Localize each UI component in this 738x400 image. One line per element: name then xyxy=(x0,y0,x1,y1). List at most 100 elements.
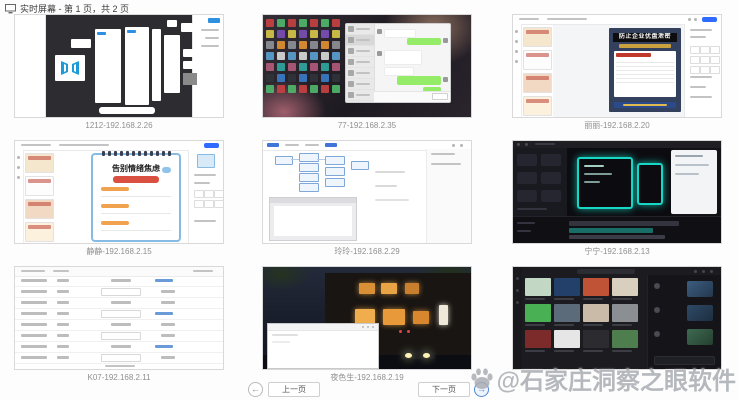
desktop-icon xyxy=(288,30,296,38)
desktop-icon xyxy=(277,30,285,38)
logo-artboard xyxy=(55,55,85,81)
desktop-icon xyxy=(332,30,340,38)
pagination: ← 上一页 下一页 → xyxy=(0,382,738,398)
desktop-icon xyxy=(310,30,318,38)
screen-label: 丽丽-192.168.2.20 xyxy=(512,121,722,131)
template-thumbnail xyxy=(25,199,54,219)
desktop-icon xyxy=(299,63,307,71)
template-tile xyxy=(554,278,580,300)
template-tile xyxy=(612,278,638,300)
desktop-icon xyxy=(299,19,307,27)
flow-node xyxy=(299,153,319,162)
next-page-button[interactable]: 下一页 xyxy=(418,382,470,397)
template-thumbnail xyxy=(523,50,552,70)
poster-canvas: 防止企业优盘泄密 xyxy=(609,28,681,112)
foliage xyxy=(262,266,311,291)
comment-input xyxy=(654,356,715,365)
design-frame xyxy=(71,39,91,48)
lit-window xyxy=(359,283,375,294)
screen-thumbnail-7[interactable] xyxy=(14,266,224,370)
screen-thumbnail-1[interactable] xyxy=(14,14,224,118)
desktop-icon xyxy=(266,30,274,38)
table-rows xyxy=(15,276,223,361)
template-thumbnail xyxy=(523,27,552,47)
lit-window xyxy=(383,309,405,325)
desktop-icon xyxy=(321,63,329,71)
prev-arrow-button[interactable]: ← xyxy=(248,382,263,397)
desktop-icon xyxy=(332,63,340,71)
desktop-icon xyxy=(332,74,340,82)
screen-thumbnail-6[interactable] xyxy=(512,140,722,244)
text-panel xyxy=(671,150,717,214)
live-screens-window: 实时屏幕 - 第 1 页，共 2 页 xyxy=(0,0,738,400)
send-button xyxy=(432,93,448,100)
template-thumbnail xyxy=(523,96,552,116)
next-arrow-button[interactable]: → xyxy=(474,382,489,397)
flow-node xyxy=(351,161,369,170)
desktop-icon xyxy=(288,74,296,82)
remote-desktop-video-editor xyxy=(513,141,721,243)
table-row xyxy=(15,298,223,309)
wechat-window xyxy=(345,23,451,103)
desktop-icon xyxy=(321,19,329,27)
template-tile xyxy=(525,330,551,352)
desktop-icon xyxy=(310,52,318,60)
search-bar xyxy=(577,269,635,274)
video-thumbnail xyxy=(687,305,713,321)
desktop-icon xyxy=(310,41,318,49)
template-thumbnail xyxy=(25,153,54,173)
desktop-icon xyxy=(321,41,329,49)
desktop-icon xyxy=(277,63,285,71)
design-frame xyxy=(183,61,205,69)
prev-page-button[interactable]: 上一页 xyxy=(268,382,320,397)
screen-thumbnail-2[interactable] xyxy=(262,14,472,118)
screen-label: 玲玲-192.168.2.29 xyxy=(262,247,472,257)
template-thumbnail xyxy=(25,176,54,196)
desktop-icon xyxy=(288,19,296,27)
desktop-icon xyxy=(266,74,274,82)
desktop-icon xyxy=(332,85,340,93)
table-row xyxy=(15,320,223,331)
remote-desktop-template-browser xyxy=(513,267,721,369)
table-row xyxy=(15,342,223,353)
desktop-icon xyxy=(277,19,285,27)
screen-label: 宁宁-192.168.2.13 xyxy=(512,247,722,257)
chat-bubble xyxy=(384,29,416,38)
lit-window xyxy=(413,311,429,324)
desktop-icon xyxy=(332,19,340,27)
desktop-icon xyxy=(266,85,274,93)
editor-menubar xyxy=(513,141,721,148)
qr-code-block xyxy=(183,73,197,85)
screen-thumbnail-3[interactable]: 防止企业优盘泄密 xyxy=(512,14,722,118)
template-tile xyxy=(583,304,609,326)
brand-logo-icon xyxy=(60,60,80,76)
screen-thumbnail-4[interactable]: 告别情绪焦虑 xyxy=(14,140,224,244)
tool-rail xyxy=(513,24,522,117)
design-frame xyxy=(95,29,121,103)
preview-thumbnail xyxy=(197,154,215,168)
design-frame xyxy=(125,27,149,105)
remote-desktop-poster-editor: 防止企业优盘泄密 xyxy=(513,15,721,117)
screen-label: 静静-192.168.2.15 xyxy=(14,247,224,257)
table-row xyxy=(15,287,223,298)
screen-thumbnail-8[interactable] xyxy=(262,266,472,370)
text-properties-panel xyxy=(684,24,721,117)
screen-cell-6: 宁宁-192.168.2.13 xyxy=(512,140,722,257)
screen-thumbnail-5[interactable] xyxy=(262,140,472,244)
template-tile xyxy=(525,278,551,300)
screen-cell-7: K07-192.168.2.11 xyxy=(14,266,224,383)
design-frame xyxy=(167,20,177,27)
desktop-icon xyxy=(299,52,307,60)
screen-cell-2: 77-192.168.2.35 xyxy=(262,14,472,131)
chat-bubble xyxy=(384,50,422,65)
screen-thumbnail-9[interactable] xyxy=(512,266,722,370)
flow-node xyxy=(299,173,319,182)
screen-cell-1: 1212-192.168.2.26 xyxy=(14,14,224,131)
preview-frame xyxy=(637,163,663,205)
desktop-icon xyxy=(310,19,318,27)
desktop-icon xyxy=(266,63,274,71)
poster-canvas: 告别情绪焦虑 xyxy=(91,153,181,242)
lit-sign xyxy=(439,305,448,325)
design-frame xyxy=(183,49,205,57)
template-tile xyxy=(554,304,580,326)
